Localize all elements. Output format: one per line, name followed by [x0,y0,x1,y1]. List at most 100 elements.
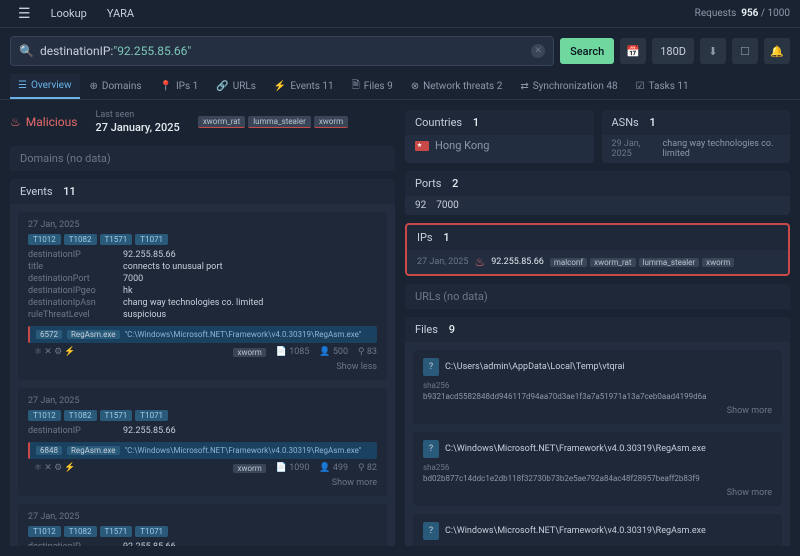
ips-panel: IPs 1 27 Jan, 2025 ♨ 92.255.85.66 malcon… [405,223,790,276]
technique-tag[interactable]: T1012 [28,526,61,537]
show-toggle[interactable]: Show more [28,478,377,488]
tab-overview[interactable]: ☰Overview [10,74,80,99]
tab-icon: ⊗ [411,81,419,92]
hash-value[interactable]: bd02b877c14ddc1e2db118f32730b73b2e5ae792… [423,474,772,483]
file-card: ? C:\Windows\Microsoft.NET\Framework\v4.0… [413,514,782,546]
flag-icon [415,141,429,151]
tab-icon: 🗎 [352,78,360,95]
menu-icon[interactable]: ☰ [10,6,39,22]
technique-tag[interactable]: T1082 [64,234,97,245]
tag[interactable]: xworm_rat [198,116,245,128]
technique-tag[interactable]: T1071 [135,526,168,537]
ips-header[interactable]: IPs 1 [407,225,788,250]
event-card: 27 Jan, 2025T1012T1082T1571T1071destinat… [18,504,387,546]
tab-events[interactable]: ⚡Events 11 [266,74,342,99]
process-bar[interactable]: 6572RegAsm.exe"C:\Windows\Microsoft.NET\… [28,326,377,343]
verdict-badge: ♨Malicious [10,115,77,129]
countries-header[interactable]: Countries 1 [405,110,594,135]
technique-tag[interactable]: T1082 [64,410,97,421]
searchbar: 🔍 destinationIP:"92.255.85.66" ✕ Search … [10,34,790,68]
clear-icon[interactable]: ✕ [531,44,545,58]
tab-files[interactable]: 🗎Files 9 [344,74,401,99]
download-icon[interactable]: ⬇ [700,38,726,64]
last-seen: Last seen 27 January, 2025 [95,110,179,134]
process-bar[interactable]: 6848RegAsm.exe"C:\Windows\Microsoft.NET\… [28,442,377,459]
fire-icon: ♨ [474,255,485,269]
tag[interactable]: lumma_stealer [248,116,311,128]
tab-icon: ⚡ [274,81,286,92]
ports-panel: Ports 2 927000 [405,171,790,215]
asn-row[interactable]: 29 Jan, 2025chang way technologies co. l… [602,135,791,163]
tab-icon: ⇄ [520,81,528,92]
event-date: 27 Jan, 2025 [28,512,377,522]
tag[interactable]: xworm_rat [590,258,635,267]
technique-tag[interactable]: T1012 [28,410,61,421]
search-input[interactable]: 🔍 destinationIP:"92.255.85.66" ✕ [10,36,554,66]
file-icon: ? [423,358,439,376]
tab-icon: ☑ [636,81,645,92]
range-selector[interactable]: 180D [652,38,694,64]
technique-tag[interactable]: T1571 [100,526,133,537]
files-header[interactable]: Files 9 [405,317,790,342]
topbar: ☰ Lookup YARA Requests 956 / 1000 [0,0,800,28]
file-icon: ? [423,522,439,540]
bookmark-icon[interactable]: ☐ [732,38,758,64]
file-icon: ? [423,440,439,458]
tab-domains[interactable]: ⊕Domains [82,74,150,99]
tab-urls[interactable]: 🔗URLs [208,74,264,99]
tag[interactable]: xworm [702,258,734,267]
nav-lookup[interactable]: Lookup [43,7,95,20]
events-header[interactable]: Events 11 [10,179,395,204]
technique-tag[interactable]: T1071 [135,410,168,421]
file-card: ? C:\Windows\Microsoft.NET\Framework\v4.0… [413,432,782,506]
search-button[interactable]: Search [560,38,614,64]
file-path[interactable]: C:\Windows\Microsoft.NET\Framework\v4.0.… [445,444,706,454]
tab-icon: ⊕ [90,81,98,92]
tab-icon: ☰ [18,80,27,91]
technique-tag[interactable]: T1071 [135,234,168,245]
asns-panel: ASNs 1 29 Jan, 2025chang way technologie… [602,110,791,163]
search-icon: 🔍 [19,44,34,58]
ip-row[interactable]: 27 Jan, 2025 ♨ 92.255.85.66 malconfxworm… [407,250,788,274]
nav-yara[interactable]: YARA [99,7,142,20]
urls-panel: URLs (no data) [405,284,790,309]
files-panel: Files 9 ? C:\Users\admin\AppData\Local\Te… [405,317,790,546]
technique-tag[interactable]: T1571 [100,234,133,245]
event-card: 27 Jan, 2025T1012T1082T1571T1071destinat… [18,388,387,496]
tabs: ☰Overview⊕Domains📍IPs 1🔗URLs⚡Events 11🗎F… [0,74,800,100]
verdict-row: ♨Malicious Last seen 27 January, 2025 xw… [10,110,395,134]
port-list: 927000 [405,196,790,215]
domains-panel: Domains (no data) [10,146,395,171]
show-toggle[interactable]: Show less [28,362,377,372]
country-row[interactable]: Hong Kong [405,135,594,156]
tag[interactable]: xworm [314,116,348,128]
ports-header[interactable]: Ports 2 [405,171,790,196]
tab-ips[interactable]: 📍IPs 1 [152,74,207,99]
technique-tag[interactable]: T1571 [100,410,133,421]
show-toggle[interactable]: Show more [423,488,772,498]
file-path[interactable]: C:\Users\admin\AppData\Local\Temp\vtqrai [445,362,625,372]
file-path[interactable]: C:\Windows\Microsoft.NET\Framework\v4.0.… [445,526,706,536]
technique-tag[interactable]: T1012 [28,234,61,245]
event-date: 27 Jan, 2025 [28,220,377,230]
tab-synchronization[interactable]: ⇄Synchronization 48 [512,74,625,99]
file-card: ? C:\Users\admin\AppData\Local\Temp\vtqra… [413,350,782,424]
calendar-icon[interactable]: 📅 [620,38,646,64]
tag[interactable]: malconf [550,258,587,267]
technique-tag[interactable]: T1082 [64,526,97,537]
events-panel: Events 11 27 Jan, 2025T1012T1082T1571T10… [10,179,395,546]
domains-header[interactable]: Domains (no data) [10,146,395,171]
tag[interactable]: lumma_stealer [639,258,700,267]
tab-network[interactable]: ⊗Network threats 2 [403,74,511,99]
asns-header[interactable]: ASNs 1 [602,110,791,135]
hash-value[interactable]: b9321acd5582848dd946117d94aa70d3ae1f3a7a… [423,392,772,401]
tab-tasks[interactable]: ☑Tasks 11 [628,74,697,99]
tab-icon: 📍 [160,81,172,92]
bell-icon[interactable]: 🔔 [764,38,790,64]
tab-icon: 🔗 [216,81,228,92]
countries-panel: Countries 1 Hong Kong [405,110,594,163]
fire-icon: ♨ [10,115,21,129]
event-card: 27 Jan, 2025T1012T1082T1571T1071destinat… [18,212,387,380]
urls-header[interactable]: URLs (no data) [405,284,790,309]
show-toggle[interactable]: Show more [423,406,772,416]
